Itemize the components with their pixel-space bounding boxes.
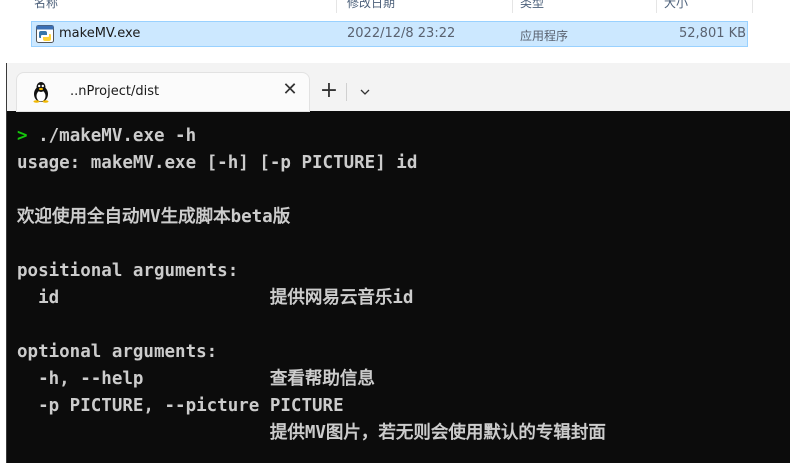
close-tab-icon[interactable]: ✕: [279, 79, 301, 101]
column-header: 名称 修改日期 类型 大小: [0, 0, 790, 13]
output-line: optional arguments:: [17, 342, 218, 362]
column-modified[interactable]: 修改日期: [347, 0, 395, 11]
column-separator[interactable]: [656, 0, 657, 13]
tab-divider: [346, 83, 347, 101]
file-name: makeMV.exe: [59, 26, 141, 41]
output-line: id 提供网易云音乐id: [17, 288, 414, 308]
terminal-window: ..nProject/dist ✕ + > ./makeMV.exe -h us…: [6, 63, 790, 463]
column-size[interactable]: 大小: [664, 0, 688, 11]
column-separator[interactable]: [512, 0, 513, 13]
file-type: 应用程序: [520, 29, 569, 43]
column-separator[interactable]: [752, 0, 753, 13]
file-explorer: 名称 修改日期 类型 大小 makeMV.exe 2022/12/8 23:22…: [0, 0, 790, 64]
output-line: 欢迎使用全自动MV生成脚本beta版: [17, 207, 291, 227]
tab-bar: ..nProject/dist ✕ +: [7, 63, 790, 111]
console-output[interactable]: > ./makeMV.exe -h usage: makeMV.exe [-h]…: [17, 123, 787, 447]
new-tab-button[interactable]: +: [317, 80, 341, 104]
prompt-symbol: >: [17, 126, 28, 146]
command-text: ./makeMV.exe -h: [27, 126, 197, 146]
column-name[interactable]: 名称: [34, 0, 58, 11]
command-line: > ./makeMV.exe -h: [17, 123, 787, 150]
file-size: 52,801 KB: [679, 26, 747, 41]
linux-tux-icon: [33, 82, 49, 103]
output-line: -h, --help 查看帮助信息: [17, 369, 375, 389]
file-modified: 2022/12/8 23:22: [347, 26, 456, 41]
column-separator[interactable]: [336, 0, 337, 13]
python-exe-icon: [36, 25, 54, 43]
tab-title: ..nProject/dist: [70, 84, 160, 99]
file-row[interactable]: makeMV.exe 2022/12/8 23:22 应用程序 52,801 K…: [31, 21, 748, 47]
output-line: -p PICTURE, --picture PICTURE: [17, 396, 344, 416]
output-line: usage: makeMV.exe [-h] [-p PICTURE] id: [17, 153, 418, 173]
column-type[interactable]: 类型: [520, 0, 544, 11]
chevron-down-icon[interactable]: [353, 80, 377, 104]
tab-active[interactable]: ..nProject/dist ✕: [17, 73, 309, 111]
output-line: 提供MV图片，若无则会使用默认的专辑封面: [17, 423, 606, 443]
output-line: positional arguments:: [17, 261, 239, 281]
